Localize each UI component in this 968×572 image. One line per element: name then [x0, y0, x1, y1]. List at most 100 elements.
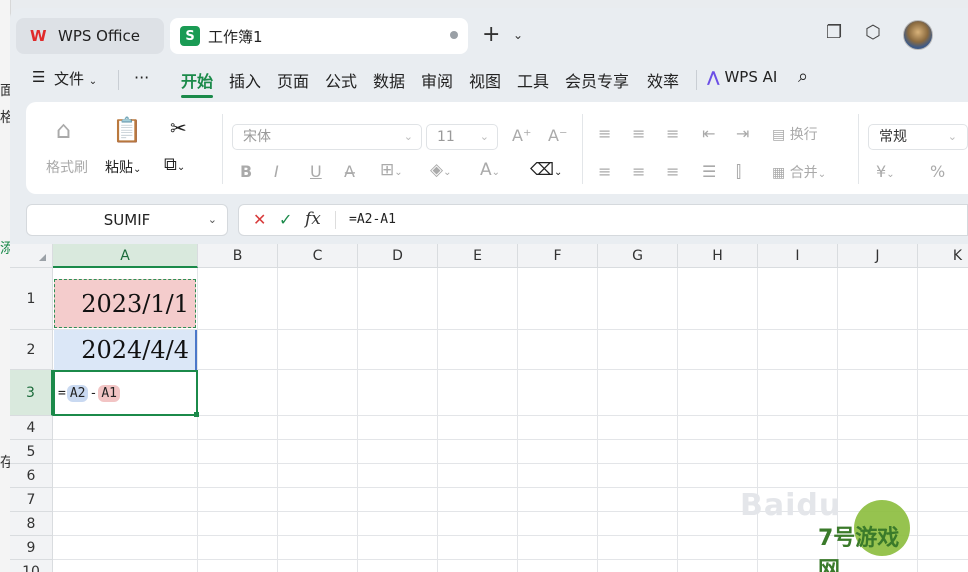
column-header-i[interactable]: I: [758, 244, 838, 268]
menu-member[interactable]: 会员专享: [565, 68, 629, 92]
row-header-4[interactable]: 4: [10, 416, 53, 440]
chevron-down-icon: ⌄: [403, 130, 413, 143]
column-header-b[interactable]: B: [198, 244, 278, 268]
paste-button[interactable]: 粘贴⌄: [105, 157, 141, 177]
bold-icon[interactable]: B: [240, 162, 252, 181]
confirm-check-icon[interactable]: ✓: [279, 210, 292, 229]
menu-view[interactable]: 视图: [469, 68, 501, 92]
chevron-down-icon[interactable]: ⌄: [513, 28, 523, 42]
select-all-corner[interactable]: [10, 244, 53, 268]
chevron-down-icon: ⌄: [479, 130, 489, 143]
align-middle-icon[interactable]: ≡: [632, 124, 645, 143]
align-bottom-icon[interactable]: ≡: [666, 124, 679, 143]
menu-formula[interactable]: 公式: [325, 68, 357, 92]
font-size-value: 11: [437, 129, 455, 145]
wps-ai-icon: ⋀: [707, 68, 720, 86]
column-header-g[interactable]: G: [598, 244, 678, 268]
merge-icon: ▦: [772, 165, 786, 181]
row-header-2[interactable]: 2: [10, 330, 53, 370]
format-painter-icon[interactable]: ⌂: [56, 116, 71, 144]
tab-label: 工作簿1: [208, 27, 263, 46]
name-box[interactable]: SUMIF ⌄: [26, 204, 228, 236]
font-size-select[interactable]: 11 ⌄: [426, 124, 498, 150]
border-icon[interactable]: ⊞⌄: [380, 160, 403, 180]
row-header-10[interactable]: 10: [10, 560, 53, 572]
column-header-j[interactable]: J: [838, 244, 918, 268]
decrease-font-icon[interactable]: A⁻: [548, 126, 567, 145]
menu-review[interactable]: 审阅: [421, 68, 453, 92]
scissors-icon[interactable]: ✂: [170, 116, 187, 140]
indent-icon[interactable]: ⇥: [736, 124, 749, 143]
eraser-icon[interactable]: ⌫⌄: [530, 160, 562, 180]
row-header-8[interactable]: 8: [10, 512, 53, 536]
spreadsheet-logo-icon: S: [180, 26, 200, 46]
more-icon[interactable]: ···: [134, 68, 149, 87]
hamburger-icon[interactable]: ☰: [32, 68, 45, 86]
row-header-6[interactable]: 6: [10, 464, 53, 488]
cell-a2[interactable]: 2024/4/4: [54, 330, 197, 370]
strikethrough-icon[interactable]: A̶: [344, 162, 355, 181]
column-header-a[interactable]: A: [53, 244, 198, 268]
align-left-icon[interactable]: ≡: [598, 162, 611, 181]
unsaved-dot-icon[interactable]: [450, 31, 458, 39]
menu-insert[interactable]: 插入: [229, 68, 261, 92]
justify-icon[interactable]: ☰: [702, 162, 716, 181]
grid-line: [357, 268, 358, 572]
percent-button[interactable]: %: [930, 162, 945, 181]
menu-wps-ai[interactable]: ⋀ WPS AI: [707, 68, 777, 86]
grid-line: [757, 268, 758, 572]
cube-icon[interactable]: ⬡: [865, 22, 881, 43]
function-fx-icon[interactable]: fx: [305, 209, 321, 229]
align-right-icon[interactable]: ≡: [666, 162, 679, 181]
tab-workbook[interactable]: S 工作簿1: [170, 18, 468, 54]
cell-a1[interactable]: 2023/1/1: [54, 279, 196, 328]
menu-tools[interactable]: 工具: [517, 68, 549, 92]
row-header-7[interactable]: 7: [10, 488, 53, 512]
menu-file[interactable]: 文件 ⌄: [54, 68, 97, 89]
increase-font-icon[interactable]: A⁺: [512, 126, 531, 145]
new-tab-plus-icon[interactable]: +: [482, 22, 500, 47]
formula-equals: =: [58, 385, 66, 401]
row-header-5[interactable]: 5: [10, 440, 53, 464]
font-color-icon[interactable]: A⌄: [480, 160, 500, 180]
column-header-e[interactable]: E: [438, 244, 518, 268]
cell-a3-editing[interactable]: = A2 - A1: [53, 370, 198, 416]
currency-button[interactable]: ¥⌄: [876, 162, 895, 181]
window-layout-icon[interactable]: ❐: [826, 22, 842, 43]
merge-button[interactable]: ▦ 合并⌄: [772, 162, 826, 182]
menu-efficiency[interactable]: 效率: [647, 68, 679, 92]
user-avatar[interactable]: [903, 20, 933, 50]
cancel-icon[interactable]: ✕: [253, 210, 266, 229]
column-header-d[interactable]: D: [358, 244, 438, 268]
fill-color-icon[interactable]: ◈⌄: [430, 160, 451, 180]
column-header-f[interactable]: F: [518, 244, 598, 268]
menu-home[interactable]: 开始: [181, 68, 214, 98]
fill-handle[interactable]: [194, 412, 199, 417]
outdent-icon[interactable]: ⇤: [702, 124, 715, 143]
clipboard-icon[interactable]: 📋: [112, 116, 142, 144]
row-header-1[interactable]: 1: [10, 268, 53, 330]
copy-icon[interactable]: ⧉⌄: [164, 154, 185, 175]
underline-icon[interactable]: U: [310, 162, 322, 181]
column-header-h[interactable]: H: [678, 244, 758, 268]
italic-icon[interactable]: I: [274, 162, 279, 181]
row-header-3[interactable]: 3: [10, 370, 53, 416]
wrap-text-button[interactable]: ▤ 换行: [772, 124, 818, 144]
column-header-c[interactable]: C: [278, 244, 358, 268]
search-icon[interactable]: ⌕: [798, 66, 808, 87]
font-name-select[interactable]: 宋体 ⌄: [232, 124, 422, 150]
align-center-icon[interactable]: ≡: [632, 162, 645, 181]
wps-window: W WPS Office S 工作簿1 + ⌄ ❐ ⬡ ☰ 文件 ⌄ ··· 开…: [10, 8, 968, 572]
align-top-icon[interactable]: ≡: [598, 124, 611, 143]
distribute-icon[interactable]: ⫿: [736, 162, 741, 182]
menu-data[interactable]: 数据: [373, 68, 405, 92]
column-header-k[interactable]: K: [918, 244, 968, 268]
number-format-select[interactable]: 常规 ⌄: [868, 124, 968, 150]
formula-input[interactable]: =A2-A1: [349, 212, 396, 227]
chevron-down-icon: ⌄: [207, 213, 217, 226]
row-header-9[interactable]: 9: [10, 536, 53, 560]
format-painter-label[interactable]: 格式刷: [46, 157, 88, 177]
menu-page[interactable]: 页面: [277, 68, 309, 92]
tab-wps-office[interactable]: W WPS Office: [16, 18, 164, 54]
divider: [582, 114, 583, 184]
